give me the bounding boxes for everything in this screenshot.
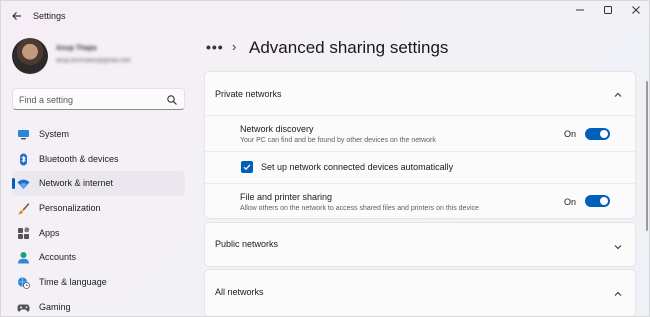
brush-icon [17, 202, 30, 215]
chevron-down-icon[interactable] [613, 239, 623, 250]
bluetooth-icon [17, 153, 30, 166]
sidebar-item-label: Gaming [39, 301, 71, 312]
sidebar-item-personalization[interactable]: Personalization [12, 196, 185, 221]
back-arrow-icon[interactable] [9, 9, 25, 25]
maximize-icon[interactable] [597, 5, 619, 19]
user-email: anup.techviews@gmail.com [56, 58, 131, 64]
private-networks-header[interactable]: Private networks [205, 72, 635, 115]
chevron-up-icon[interactable] [613, 87, 623, 97]
auto-setup-row: Set up network connected devices automat… [205, 151, 635, 183]
sidebar-item-label: Apps [39, 227, 60, 238]
monitor-icon [17, 128, 30, 141]
all-networks-header[interactable]: All networks [205, 270, 635, 313]
breadcrumb-chevron-icon: › [232, 39, 237, 54]
file-sharing-toggle[interactable] [585, 195, 610, 207]
main-content: Private networks Network discovery Your … [204, 71, 636, 316]
sidebar-item-label: Network & internet [39, 178, 114, 189]
search-icon[interactable] [166, 93, 178, 105]
app-title: Settings [33, 11, 66, 21]
search-box[interactable] [12, 88, 185, 110]
file-sharing-title: File and printer sharing [240, 192, 333, 202]
sidebar-item-label: System [39, 129, 70, 139]
toggle-state-label: On [564, 197, 577, 207]
user-name: Anup Thapa [56, 45, 97, 52]
sidebar-item-bluetooth[interactable]: Bluetooth & devices [12, 147, 185, 172]
sidebar-item-network[interactable]: Network & internet [12, 171, 185, 197]
sidebar-item-label: Time & language [39, 277, 107, 288]
file-sharing-row: File and printer sharing Allow others on… [205, 183, 635, 218]
sidebar-item-system[interactable]: System [12, 122, 185, 147]
avatar[interactable] [12, 38, 48, 74]
sidebar-item-label: Accounts [39, 252, 77, 263]
network-discovery-toggle[interactable] [585, 128, 610, 140]
gamepad-icon [17, 301, 30, 314]
private-networks-card: Private networks Network discovery Your … [204, 71, 636, 219]
account-icon [17, 251, 30, 264]
sidebar-item-accounts[interactable]: Accounts [12, 245, 185, 270]
public-networks-header[interactable]: Public networks [205, 223, 635, 266]
page-title: Advanced sharing settings [249, 38, 449, 57]
sidebar-item-label: Personalization [39, 203, 101, 214]
network-discovery-description: Your PC can find and be found by other d… [240, 137, 436, 144]
auto-setup-checkbox[interactable] [241, 161, 253, 173]
close-icon[interactable] [625, 5, 647, 19]
wifi-icon [17, 177, 30, 190]
network-discovery-title: Network discovery [240, 124, 314, 134]
section-title: Private networks [215, 89, 282, 99]
public-networks-card: Public networks [204, 222, 636, 267]
sidebar-item-label: Bluetooth & devices [39, 153, 119, 164]
chevron-up-icon[interactable] [613, 286, 623, 296]
breadcrumb-more-button[interactable]: ••• [206, 39, 224, 55]
all-networks-card: All networks [204, 269, 636, 316]
file-sharing-description: Allow others on the network to access sh… [240, 205, 479, 212]
apps-icon [17, 227, 30, 240]
search-input[interactable] [19, 93, 159, 106]
sidebar-item-apps[interactable]: Apps [12, 221, 185, 246]
sidebar-nav: System Bluetooth & devices Network & int… [12, 122, 185, 316]
sidebar-item-time-language[interactable]: Time & language [12, 270, 185, 295]
scrollbar[interactable] [646, 81, 648, 231]
section-title: Public networks [215, 239, 279, 249]
settings-window: Settings Anup Thapa anup.techviews@gmail… [0, 0, 650, 317]
globe-clock-icon [17, 276, 30, 290]
title-bar: Settings [1, 1, 649, 33]
sidebar-item-gaming[interactable]: Gaming [12, 295, 185, 316]
auto-setup-label: Set up network connected devices automat… [261, 162, 454, 172]
toggle-state-label: On [564, 129, 577, 139]
network-discovery-row: Network discovery Your PC can find and b… [205, 115, 635, 151]
section-title: All networks [215, 287, 264, 297]
minimize-icon[interactable] [569, 5, 591, 19]
